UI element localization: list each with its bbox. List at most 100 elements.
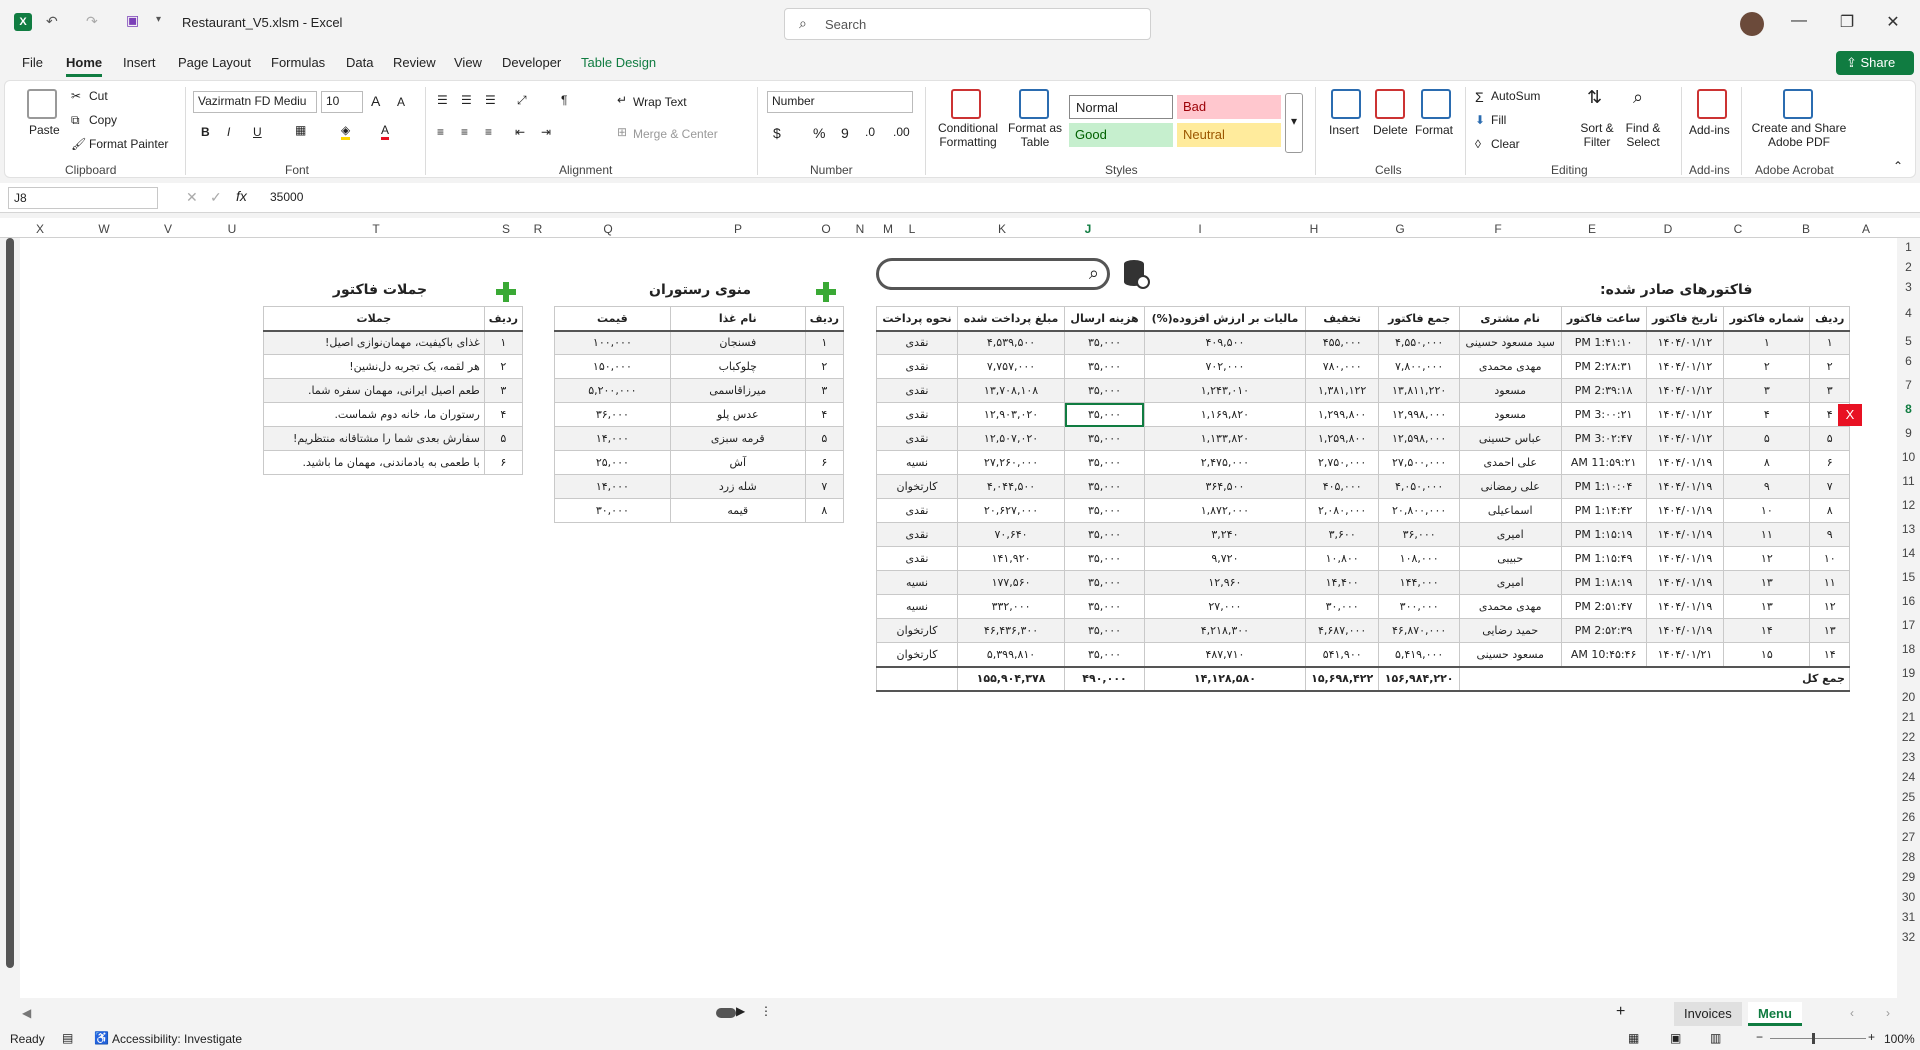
row-header[interactable]: 7 [1897,378,1920,392]
conditional-formatting-button[interactable]: Conditional Formatting [933,121,1003,149]
table-cell[interactable]: ۱۴۰۴/۰۱/۱۹ [1645,594,1725,619]
table-cell[interactable]: ۱۴۰۴/۰۱/۱۲ [1645,378,1725,403]
table-cell[interactable]: ۳,۲۴۰ [1143,522,1306,547]
column-header[interactable]: X [28,222,52,236]
table-cell[interactable]: ۳ [804,378,845,403]
table-cell[interactable]: ۱۰۸,۰۰۰ [1378,546,1460,571]
copy-button[interactable]: Copy [89,113,117,127]
table-cell[interactable]: ۳۳۲,۰۰۰ [956,594,1066,619]
table-cell[interactable]: ۱۴۱,۹۲۰ [956,546,1066,571]
font-size-select[interactable]: 10 [321,91,363,113]
table-cell[interactable]: ۱۳,۸۱۱,۲۲۰ [1378,378,1460,403]
table-cell[interactable]: ۱۰ [1809,546,1850,571]
invoice-search-input[interactable]: ⌕ [876,258,1110,290]
table-cell[interactable]: ۱۵۰,۰۰۰ [554,354,671,379]
grow-font-icon[interactable]: A [371,93,380,109]
row-header[interactable]: 17 [1897,618,1920,632]
increase-indent-icon[interactable]: ⇥ [541,125,551,139]
total-cell[interactable]: ۱۴,۱۲۸,۵۸۰ [1143,665,1306,692]
table-cell[interactable]: ۱۲,۹۰۳,۰۲۰ [956,402,1066,427]
style-normal[interactable]: Normal [1069,95,1173,119]
column-header[interactable]: M [876,222,900,236]
table-cell[interactable]: هر لقمه، یک تجربه دل‌نشین! [263,354,485,379]
row-header[interactable]: 20 [1897,690,1920,704]
row-header[interactable]: 3 [1897,280,1920,294]
table-cell[interactable]: ۳۵,۰۰۰ [1064,618,1145,643]
decrease-decimal-icon[interactable]: .00 [893,125,910,139]
table-cell[interactable]: ۳۶,۰۰۰ [554,402,671,427]
insert-cells-icon[interactable] [1331,89,1361,119]
table-cell[interactable]: ۴۶,۴۳۶,۳۰۰ [956,618,1066,643]
col-header[interactable]: ساعت فاکتور [1560,306,1647,332]
table-cell[interactable]: ۱۴۰۴/۰۱/۱۹ [1645,450,1725,475]
row-header[interactable]: 1 [1897,240,1920,254]
table-cell[interactable]: ۵,۲۰۰,۰۰۰ [554,378,671,403]
table-cell[interactable]: حمید رضایی [1458,618,1562,643]
tab-formulas[interactable]: Formulas [271,55,325,70]
col-header[interactable]: نام غذا [669,306,806,332]
table-cell[interactable]: ۱۲ [1809,594,1850,619]
table-cell[interactable]: ۶ [483,450,524,475]
col-header[interactable]: نام مشتری [1458,306,1562,332]
table-cell[interactable]: ۵,۴۱۹,۰۰۰ [1378,642,1460,667]
table-cell[interactable]: ۳۵,۰۰۰ [1064,546,1145,571]
scroll-left-icon[interactable]: ◀ [22,1006,31,1020]
table-cell[interactable]: 1:۱۴:۴۲ PM [1560,498,1647,523]
format-as-table-button[interactable]: Format as Table [1007,121,1063,149]
table-cell[interactable]: نقدی [876,330,958,355]
table-cell[interactable]: نقدی [876,426,958,451]
table-cell[interactable]: ۱۳ [1723,594,1811,619]
avatar[interactable] [1740,12,1764,36]
insert-cells-button[interactable]: Insert [1329,123,1359,137]
fx-icon[interactable]: fx [236,188,247,204]
undo-icon[interactable]: ↶ [46,13,58,30]
col-header[interactable]: ردیف [1809,306,1850,332]
decrease-indent-icon[interactable]: ⇤ [515,125,525,139]
align-center-icon[interactable]: ≡ [461,125,468,139]
table-cell[interactable]: ۱۴ [1809,642,1850,667]
table-cell[interactable]: ۱۴,۴۰۰ [1304,570,1380,595]
total-cell[interactable]: ۱۵۶,۹۸۴,۲۲۰ [1378,665,1460,692]
row-header[interactable]: 14 [1897,546,1920,560]
sort-filter-button[interactable]: Sort & Filter [1577,121,1617,149]
table-cell[interactable]: ۹,۷۲۰ [1143,546,1306,571]
table-cell[interactable]: ۳۵,۰۰۰ [1064,354,1145,379]
column-header[interactable]: E [1580,222,1604,236]
table-cell[interactable]: حبیبی [1458,546,1562,571]
merge-center-button[interactable]: Merge & Center [633,127,718,141]
close-icon[interactable]: ✕ [1878,12,1908,32]
table-cell[interactable]: مهدی محمدی [1458,594,1562,619]
delete-cells-button[interactable]: Delete [1373,123,1408,137]
align-bottom-icon[interactable]: ☰ [485,93,496,107]
cut-icon[interactable]: ✂ [71,89,81,103]
customize-icon[interactable]: ▾ [156,14,161,25]
paste-button[interactable]: Paste [29,123,60,137]
row-header[interactable]: 28 [1897,850,1920,864]
table-cell[interactable]: ۴,۵۵۰,۰۰۰ [1378,330,1460,355]
table-cell[interactable]: ۲۷,۵۰۰,۰۰۰ [1378,450,1460,475]
table-cell[interactable]: ۳۵,۰۰۰ [1064,402,1145,427]
row-header[interactable]: 12 [1897,498,1920,512]
autosum-button[interactable]: AutoSum [1491,89,1540,103]
column-header[interactable]: O [814,222,838,236]
table-cell[interactable]: ۳۵,۰۰۰ [1064,378,1145,403]
minimize-icon[interactable]: — [1784,12,1814,30]
table-cell[interactable]: مهدی محمدی [1458,354,1562,379]
table-cell[interactable]: ۵۴۱,۹۰۰ [1304,642,1380,667]
wrap-text-button[interactable]: Wrap Text [633,95,687,109]
row-header[interactable]: 27 [1897,830,1920,844]
table-cell[interactable]: ۱,۲۵۹,۸۰۰ [1304,426,1380,451]
table-cell[interactable]: ۱۴۰۴/۰۱/۱۹ [1645,474,1725,499]
wrap-text-icon[interactable]: ↵ [617,93,627,107]
table-cell[interactable]: ۳ [1809,378,1850,403]
col-header[interactable]: ردیف [483,306,524,332]
total-cell[interactable]: ۴۹۰,۰۰۰ [1064,665,1145,692]
table-cell[interactable]: ۱,۸۷۲,۰۰۰ [1143,498,1306,523]
table-cell[interactable]: ۶ [804,450,845,475]
table-cell[interactable]: ۱۴۰۴/۰۱/۱۹ [1645,618,1725,643]
table-cell[interactable]: ۲۰,۸۰۰,۰۰۰ [1378,498,1460,523]
fill-button[interactable]: Fill [1491,113,1506,127]
italic-icon[interactable]: I [227,125,230,139]
save-icon[interactable]: ▣ [126,12,139,29]
column-header[interactable]: C [1726,222,1750,236]
